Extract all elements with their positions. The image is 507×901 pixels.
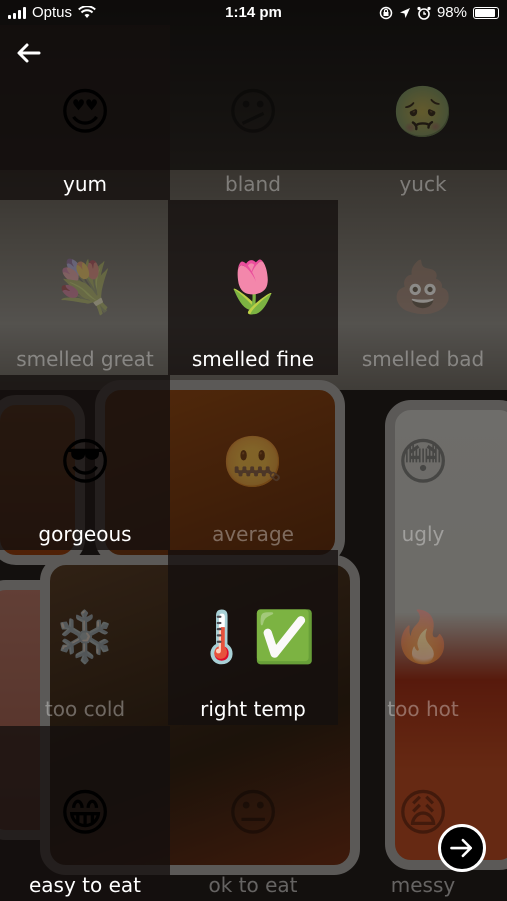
- rating-option-label: ugly: [401, 522, 445, 546]
- location-icon: [399, 7, 410, 18]
- battery-percent: 98%: [436, 4, 467, 21]
- rating-option-label: yum: [63, 172, 107, 196]
- emoji-icon: ❄️: [53, 608, 117, 666]
- rating-option-gorgeous[interactable]: 😎 gorgeous: [0, 375, 170, 550]
- rating-grid: 😍 yum 😕 bland 🤢 yuck 💐 smelled great 🌷 smelled fi…: [0, 0, 507, 901]
- rating-option-too-cold[interactable]: ❄️ too cold: [0, 550, 170, 725]
- rating-option-label: smelled fine: [191, 347, 315, 371]
- rating-option-ok-to-eat[interactable]: 😐 ok to eat: [168, 726, 338, 901]
- emoji-icon: 😎: [58, 433, 112, 491]
- emoji-icon: 😕: [226, 83, 280, 141]
- rotation-lock-icon: [379, 6, 393, 19]
- alarm-icon: [417, 6, 431, 20]
- rating-option-yuck[interactable]: 🤢 yuck: [338, 25, 507, 200]
- rating-option-ugly[interactable]: 😳 ugly: [338, 375, 507, 550]
- emoji-icon: 🌷: [221, 258, 285, 316]
- rating-option-label: right temp: [200, 697, 306, 721]
- rating-option-smelled-bad[interactable]: 💩 smelled bad: [338, 200, 507, 375]
- rating-option-label: easy to eat: [28, 873, 141, 897]
- battery-icon: [473, 6, 499, 19]
- rating-option-label: bland: [225, 172, 281, 196]
- rating-option-average[interactable]: 🤐 average: [168, 375, 338, 550]
- emoji-icon: 🤢: [391, 83, 455, 141]
- status-bar: Optus 1:14 pm 98%: [0, 0, 507, 26]
- emoji-icon: 😁: [58, 784, 112, 842]
- rating-option-bland[interactable]: 😕 bland: [168, 25, 338, 200]
- emoji-icon: 🤐: [221, 433, 285, 491]
- emoji-icon: 😐: [226, 784, 280, 842]
- rating-option-label: too cold: [44, 697, 126, 721]
- rating-option-easy-to-eat[interactable]: 😁 easy to eat: [0, 726, 170, 901]
- rating-option-messy[interactable]: 😩 messy: [338, 726, 507, 901]
- rating-option-label: ok to eat: [208, 873, 298, 897]
- rating-option-too-hot[interactable]: 🔥 too hot: [338, 550, 507, 725]
- next-button[interactable]: [438, 824, 486, 872]
- emoji-icon: 🔥: [391, 608, 455, 666]
- back-arrow-icon[interactable]: [14, 38, 44, 68]
- emoji-icon: 😍: [58, 83, 112, 141]
- rating-option-label: yuck: [399, 172, 447, 196]
- emoji-icon: 💩: [391, 258, 455, 316]
- emoji-icon: 😳: [396, 433, 450, 491]
- rating-option-label: too hot: [387, 697, 459, 721]
- rating-option-label: average: [212, 522, 294, 546]
- arrow-right-icon: [450, 838, 473, 858]
- rating-option-label: smelled great: [16, 347, 154, 371]
- emoji-icon: 🌡️✅: [190, 608, 316, 666]
- rating-option-smelled-great[interactable]: 💐 smelled great: [0, 200, 170, 375]
- emoji-icon: 💐: [53, 258, 117, 316]
- rating-option-smelled-fine[interactable]: 🌷 smelled fine: [168, 200, 338, 375]
- rating-option-right-temp[interactable]: 🌡️✅ right temp: [168, 550, 338, 725]
- rating-option-label: gorgeous: [38, 522, 132, 546]
- rating-option-label: smelled bad: [361, 347, 485, 371]
- rating-option-label: messy: [390, 873, 456, 897]
